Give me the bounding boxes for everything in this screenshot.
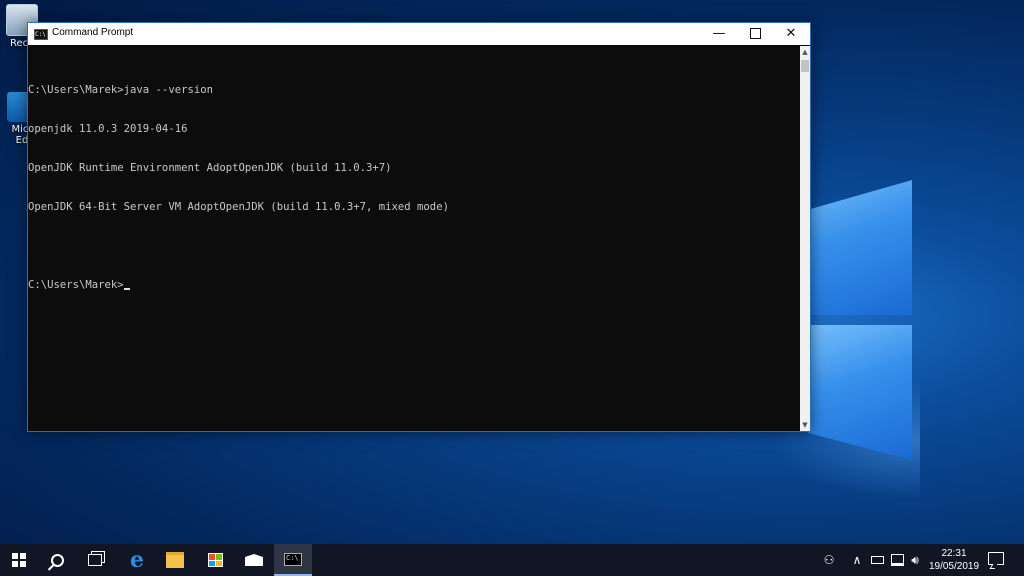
- maximize-button[interactable]: [736, 23, 774, 45]
- console-line: C:\Users\Marek>java --version: [28, 84, 213, 96]
- chevron-up-icon: ∧: [852, 553, 862, 567]
- taskbar-edge-button[interactable]: e: [118, 544, 156, 576]
- text-cursor: [123, 288, 130, 290]
- volume-button[interactable]: 🔊︎: [906, 544, 924, 576]
- network-icon: [890, 554, 904, 566]
- start-button[interactable]: [0, 544, 38, 576]
- taskbar-mail-button[interactable]: [235, 544, 273, 576]
- console-prompt-line[interactable]: C:\Users\Marek>: [28, 279, 801, 292]
- volume-icon: 🔊︎: [911, 552, 919, 567]
- mail-icon: [245, 554, 263, 566]
- taskbar-command-prompt-button[interactable]: C:\: [274, 544, 312, 576]
- minimize-button[interactable]: —: [700, 23, 738, 45]
- command-prompt-icon: C:\: [284, 552, 302, 566]
- network-button[interactable]: [888, 544, 906, 576]
- console-line: OpenJDK 64-Bit Server VM AdoptOpenJDK (b…: [28, 201, 449, 213]
- scroll-down-arrow-icon[interactable]: ▼: [800, 419, 810, 431]
- people-icon: ⚇: [823, 553, 835, 567]
- store-icon: [207, 553, 223, 567]
- search-button[interactable]: [38, 544, 76, 576]
- task-view-icon: [88, 554, 102, 566]
- maximize-icon: [749, 28, 761, 39]
- window-title: Command Prompt: [52, 27, 134, 38]
- console-prompt: C:\Users\Marek>: [28, 279, 124, 291]
- battery-icon: [870, 556, 884, 564]
- scrollbar-thumb[interactable]: [801, 60, 809, 72]
- console-line: OpenJDK Runtime Environment AdoptOpenJDK…: [28, 162, 392, 174]
- taskbar-clock[interactable]: 22:31 19/05/2019: [926, 547, 982, 573]
- wallpaper-pane-top: [808, 180, 912, 315]
- windows-start-icon: [12, 553, 26, 567]
- edge-browser-icon: e: [130, 547, 144, 573]
- clock-date: 19/05/2019: [928, 561, 980, 572]
- search-icon: [50, 553, 64, 567]
- task-view-button[interactable]: [76, 544, 114, 576]
- window-titlebar[interactable]: C:\ Command Prompt — ✕: [28, 23, 810, 45]
- clock-time: 22:31: [941, 548, 967, 559]
- taskbar-store-button[interactable]: [196, 544, 234, 576]
- console-line: openjdk 11.0.3 2019-04-16: [28, 123, 188, 135]
- folder-icon: [166, 552, 184, 568]
- command-prompt-window[interactable]: C:\ Command Prompt — ✕ C:\Users\Marek>ja…: [27, 22, 811, 432]
- vertical-scrollbar[interactable]: ▲ ▼: [800, 46, 810, 431]
- action-center-icon[interactable]: [988, 552, 1004, 565]
- people-button[interactable]: ⚇: [818, 544, 840, 576]
- console-output[interactable]: C:\Users\Marek>java --version openjdk 11…: [28, 46, 801, 443]
- scroll-up-arrow-icon[interactable]: ▲: [800, 46, 810, 58]
- taskbar-file-explorer-button[interactable]: [156, 544, 194, 576]
- command-prompt-icon: C:\: [34, 29, 48, 40]
- show-hidden-icons-button[interactable]: ∧: [848, 544, 866, 576]
- taskbar: e C:\ ⚇ ∧ 🔊︎ 22:31 19/05/2019: [0, 544, 1024, 576]
- battery-button[interactable]: [868, 544, 886, 576]
- desktop-wallpaper-logo: [770, 150, 1024, 500]
- close-button[interactable]: ✕: [772, 23, 810, 45]
